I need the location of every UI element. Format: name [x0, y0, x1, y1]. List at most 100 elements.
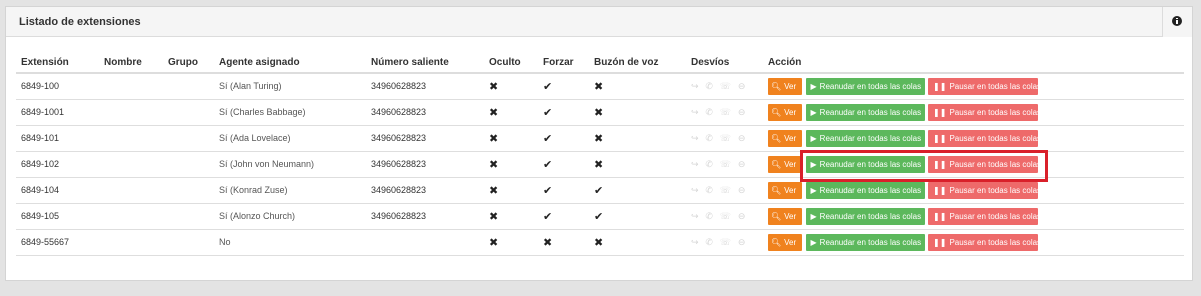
hidden-cell: ✖: [484, 177, 538, 204]
forward-icons: ↪ ✆ ☏ ⊖: [691, 237, 748, 248]
force-cell: ✔: [538, 177, 589, 204]
resume-button-label: Reanudar en todas las colas: [819, 211, 922, 221]
table-row: 6849-1001 Sí (Charles Babbage) 34960628823…: [16, 99, 1184, 126]
force-cell: ✔: [538, 73, 589, 100]
view-button[interactable]: 🔍︎ Ver: [768, 103, 802, 121]
header-voicemail: Buzón de voz: [589, 52, 686, 74]
name-cell: [99, 151, 163, 178]
force-cell: ✔: [538, 203, 589, 230]
view-button[interactable]: 🔍︎ Ver: [768, 233, 802, 251]
table-row: 6849-105 Sí (Alonzo Church) 34960628823 ✖ ✔ ✔…: [16, 203, 1184, 230]
force-cell: ✔: [538, 151, 589, 178]
name-cell: [99, 99, 163, 126]
search-icon: 🔍︎: [771, 185, 782, 195]
header-name: Nombre: [99, 52, 163, 74]
play-icon: ▶: [810, 237, 817, 247]
group-cell: [163, 73, 214, 100]
table-row: 6849-100 Sí (Alan Turing) 34960628823 ✖ ✔ ✖ ↪ …: [16, 73, 1184, 100]
pause-button-label: Pausar en todas las colas: [949, 159, 1042, 169]
force-cell: ✔: [538, 125, 589, 152]
view-button[interactable]: 🔍︎ Ver: [768, 155, 802, 173]
force-status-icon: ✔: [543, 79, 553, 93]
outbound-number-cell: [366, 229, 484, 256]
force-status-icon: ✔: [543, 105, 553, 119]
voicemail-cell: ✖: [589, 99, 686, 126]
voicemail-status-icon: ✖: [594, 157, 604, 171]
action-cell: 🔍︎ Ver ▶ Reanudar en todas las colas ❚❚ Pau…: [763, 73, 1184, 100]
forwards-cell: ↪ ✆ ☏ ⊖: [686, 177, 763, 204]
force-status-icon: ✖: [543, 235, 553, 249]
hidden-status-icon: ✖: [489, 79, 499, 93]
resume-button-label: Reanudar en todas las colas: [819, 237, 922, 247]
view-button[interactable]: 🔍︎ Ver: [768, 77, 802, 95]
action-cell: 🔍︎ Ver ▶ Reanudar en todas las colas ❚❚ Pau…: [763, 151, 1184, 178]
pause-icon: ❚❚: [933, 81, 947, 91]
view-button-label: Ver: [784, 159, 797, 169]
forwards-cell: ↪ ✆ ☏ ⊖: [686, 229, 763, 256]
hidden-status-icon: ✖: [489, 183, 499, 197]
outbound-number-cell: 34960628823: [366, 125, 484, 152]
hidden-cell: ✖: [484, 203, 538, 230]
voicemail-status-icon: ✔: [594, 183, 604, 197]
voicemail-cell: ✖: [589, 151, 686, 178]
pause-icon: ❚❚: [933, 107, 947, 117]
pause-button-label: Pausar en todas las colas: [949, 133, 1042, 143]
pause-all-queues-button[interactable]: ❚❚ Pausar en todas las colas: [928, 77, 1042, 95]
info-button[interactable]: [1162, 7, 1192, 37]
force-status-icon: ✔: [543, 209, 553, 223]
extension-cell: 6849-102: [16, 151, 99, 178]
group-cell: [163, 229, 214, 256]
view-button[interactable]: 🔍︎ Ver: [768, 207, 802, 225]
pause-all-queues-button[interactable]: ❚❚ Pausar en todas las colas: [928, 233, 1041, 251]
forward-icons: ↪ ✆ ☏ ⊖: [691, 107, 748, 118]
hidden-cell: ✖: [484, 125, 538, 152]
table-row: 6849-101 Sí (Ada Lovelace) 34960628823 ✖ ✔ ✖ ↪…: [16, 125, 1184, 152]
table-row: 6849-102 Sí (John von Neumann) 34960628823…: [16, 151, 1184, 178]
view-button[interactable]: 🔍︎ Ver: [768, 181, 802, 199]
forward-icons: ↪ ✆ ☏ ⊖: [691, 159, 748, 170]
play-icon: ▶: [810, 185, 817, 195]
search-icon: 🔍︎: [771, 159, 782, 169]
force-status-icon: ✔: [543, 157, 553, 171]
hidden-status-icon: ✖: [489, 235, 499, 249]
resume-all-queues-button[interactable]: ▶ Reanudar en todas las colas: [805, 155, 925, 173]
outbound-number-cell: 34960628823: [366, 73, 484, 100]
agent-cell: Sí (Ada Lovelace): [214, 125, 366, 152]
name-cell: [99, 229, 163, 256]
pause-icon: ❚❚: [933, 237, 947, 247]
hidden-status-icon: ✖: [489, 157, 499, 171]
voicemail-status-icon: ✖: [594, 105, 604, 119]
voicemail-status-icon: ✔: [594, 209, 604, 223]
pause-all-queues-button[interactable]: ❚❚ Pausar en todas las colas: [928, 181, 1041, 199]
resume-all-queues-button[interactable]: ▶ Reanudar en todas las colas: [805, 207, 925, 225]
resume-all-queues-button[interactable]: ▶ Reanudar en todas las colas: [805, 129, 925, 147]
header-agent: Agente asignado: [214, 52, 366, 74]
header-hidden: Oculto: [484, 52, 538, 74]
pause-icon: ❚❚: [933, 159, 947, 169]
forwards-cell: ↪ ✆ ☏ ⊖: [686, 125, 763, 152]
forwards-cell: ↪ ✆ ☏ ⊖: [686, 151, 763, 178]
pause-all-queues-button[interactable]: ❚❚ Pausar en todas las colas: [928, 129, 1042, 147]
header-extension: Extensión: [16, 52, 99, 74]
resume-button-label: Reanudar en todas las colas: [819, 185, 922, 195]
view-button-label: Ver: [784, 107, 797, 117]
force-status-icon: ✔: [543, 131, 553, 145]
resume-all-queues-button[interactable]: ▶ Reanudar en todas las colas: [805, 103, 925, 121]
pause-button-label: Pausar en todas las colas: [949, 81, 1042, 91]
pause-all-queues-button[interactable]: ❚❚ Pausar en todas las colas: [928, 155, 1042, 173]
resume-all-queues-button[interactable]: ▶ Reanudar en todas las colas: [805, 181, 925, 199]
panel-header: Listado de extensiones: [6, 7, 1192, 37]
action-cell: 🔍︎ Ver ▶ Reanudar en todas las colas ❚❚ Pau…: [763, 125, 1184, 152]
forwards-cell: ↪ ✆ ☏ ⊖: [686, 99, 763, 126]
resume-all-queues-button[interactable]: ▶ Reanudar en todas las colas: [805, 77, 925, 95]
pause-all-queues-button[interactable]: ❚❚ Pausar en todas las colas: [928, 207, 1041, 225]
table-header-row: Extensión Nombre Grupo Agente asignado Númer…: [16, 52, 1184, 74]
view-button-label: Ver: [784, 211, 797, 221]
view-button[interactable]: 🔍︎ Ver: [768, 129, 802, 147]
header-action: Acción: [763, 52, 1184, 74]
pause-all-queues-button[interactable]: ❚❚ Pausar en todas las colas: [928, 103, 1041, 121]
view-button-label: Ver: [784, 133, 797, 143]
agent-cell: Sí (Konrad Zuse): [214, 177, 366, 204]
resume-all-queues-button[interactable]: ▶ Reanudar en todas las colas: [805, 233, 925, 251]
panel-title: Listado de extensiones: [19, 16, 141, 28]
